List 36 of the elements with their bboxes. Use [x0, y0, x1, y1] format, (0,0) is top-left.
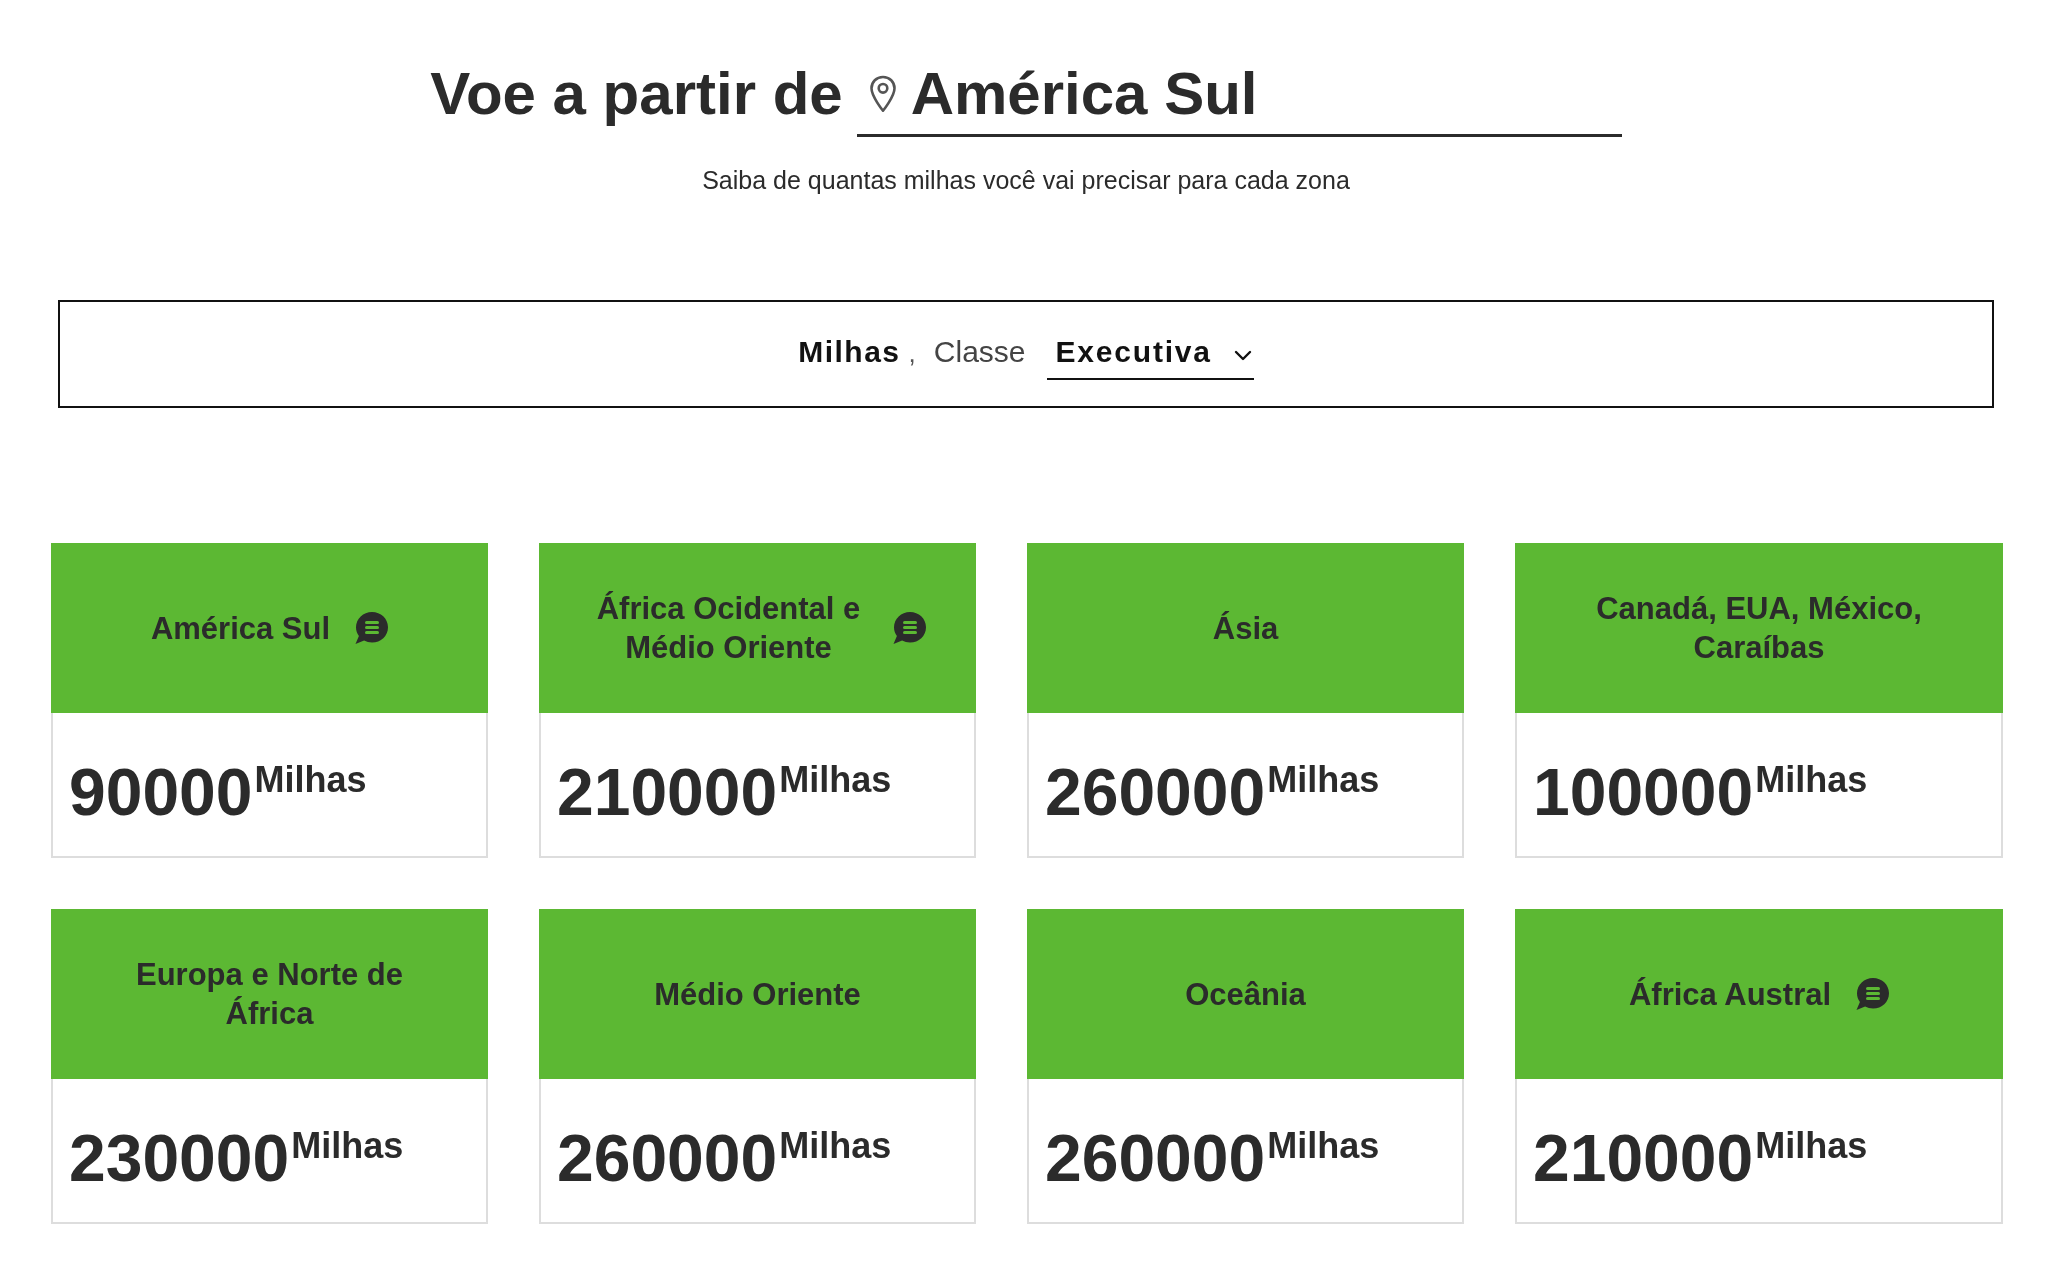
page-title: Voe a partir de: [430, 59, 843, 129]
class-label: Classe: [933, 334, 1026, 370]
miles-value: 260000: [1045, 1125, 1266, 1191]
zone-name: Ásia: [1212, 609, 1279, 648]
zone-name: África Ocidental e Médio Oriente: [595, 590, 862, 667]
zone-name: Europa e Norte de África: [135, 956, 404, 1033]
miles-unit: Milhas: [779, 1128, 892, 1164]
zone-name: América Sul: [150, 609, 331, 648]
subtitle: Saiba de quantas milhas você vai precisar para cada zona: [702, 165, 1350, 195]
unit-label: Milhas: [798, 334, 901, 370]
miles-value: 210000: [1533, 1125, 1754, 1191]
class-select[interactable]: Executiva: [1046, 332, 1254, 380]
miles-unit: Milhas: [779, 762, 892, 798]
miles-value: 100000: [1533, 759, 1754, 825]
miles-value: 260000: [1045, 759, 1266, 825]
map-pin-icon: [868, 75, 897, 113]
speech-bubble-icon[interactable]: [892, 611, 926, 645]
miles-value: 230000: [69, 1125, 290, 1191]
chevron-down-icon: [1233, 349, 1252, 361]
zone-name: África Austral: [1628, 975, 1832, 1014]
miles-unit: Milhas: [1755, 762, 1868, 798]
miles-unit: Milhas: [291, 1128, 404, 1164]
speech-bubble-icon[interactable]: [1855, 977, 1890, 1011]
zone-name: Médio Oriente: [654, 975, 861, 1014]
miles-unit: Milhas: [1267, 1128, 1380, 1164]
location-field[interactable]: América Sul: [856, 58, 1622, 137]
miles-unit: Milhas: [1267, 762, 1380, 798]
miles-value: 90000: [69, 759, 253, 825]
zone-name: Oceânia: [1185, 975, 1306, 1014]
miles-value: 210000: [557, 759, 778, 825]
miles-unit: Milhas: [254, 762, 367, 798]
miles-value: 260000: [557, 1125, 778, 1191]
comma-separator: ,: [908, 337, 916, 370]
miles-unit: Milhas: [1755, 1128, 1868, 1164]
speech-bubble-icon[interactable]: [354, 611, 389, 645]
zone-name: Canadá, EUA, México, Caraíbas: [1595, 590, 1923, 667]
